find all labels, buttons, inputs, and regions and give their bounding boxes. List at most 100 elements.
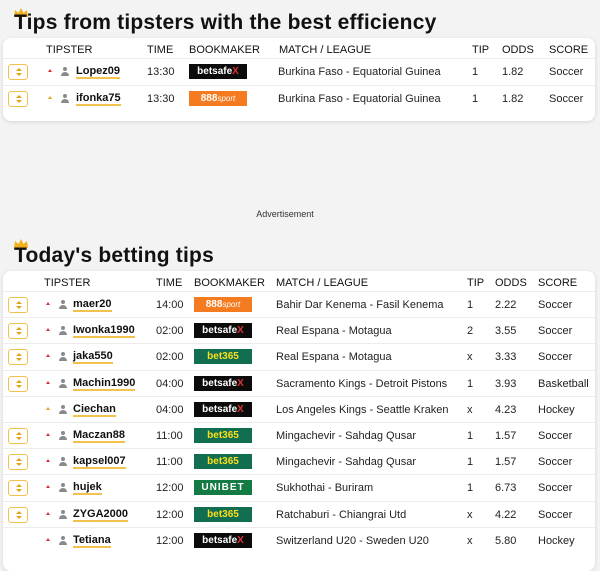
bookmaker-logo-betsafe[interactable]: betsafeX [194, 532, 252, 548]
match-cell: Real Espana - Motagua [276, 351, 392, 364]
odds-cell: 3.33 [495, 351, 517, 364]
bookmaker-logo-bet365[interactable]: bet365 [194, 454, 252, 470]
tipster-link[interactable]: ifonka75 [76, 92, 121, 106]
table-row: kapsel007 11:00 bet365 Mingachevir - Sahdag… [3, 448, 595, 474]
tipster-link[interactable]: Lopez09 [76, 65, 121, 79]
bookmaker-logo-text: 888 [205, 299, 223, 310]
expand-button[interactable] [8, 480, 28, 497]
expand-button[interactable] [8, 506, 28, 523]
tip-cell: 1 [467, 299, 474, 311]
match-cell: Burkina Faso - Equatorial Guinea [278, 93, 441, 105]
bookmaker-logo-betsafe[interactable]: betsafeX [194, 375, 252, 391]
tip-cell: x [467, 534, 473, 547]
time-cell: 13:30 [147, 93, 175, 105]
bookmaker-logo-888sport[interactable]: 888sport [194, 297, 252, 312]
table-row: maer20 14:00 888sport Bahir Dar Kenema - Fa… [3, 291, 595, 317]
bookmaker-logo-mark: X [237, 325, 244, 337]
tip-cell: 1 [472, 93, 479, 105]
tipster-link[interactable]: Maczan88 [73, 429, 125, 443]
sport-cell: Soccer [538, 325, 573, 338]
match-cell: Burkina Faso - Equatorial Guinea [278, 66, 441, 78]
user-icon [59, 457, 67, 467]
trend-down-icon [46, 433, 50, 436]
header-time: TIME [156, 277, 183, 289]
match-cell: Sacramento Kings - Detroit Pistons [276, 377, 448, 390]
user-icon [59, 300, 67, 309]
tipster-link[interactable]: jaka550 [73, 350, 113, 365]
sport-cell: Basketball [538, 377, 589, 390]
expand-button[interactable] [8, 64, 28, 80]
odds-cell: 3.55 [495, 325, 517, 338]
header-match: MATCH / LEAGUE [276, 277, 369, 289]
trend-down-icon [46, 302, 50, 305]
odds-cell: 6.73 [495, 482, 517, 495]
tipster-link[interactable]: kapsel007 [73, 455, 126, 470]
bookmaker-logo-bet365[interactable]: bet365 [194, 349, 252, 365]
odds-cell: 1.57 [495, 430, 517, 442]
expand-button[interactable] [8, 349, 28, 366]
match-cell: Switzerland U20 - Sweden U20 [276, 534, 429, 547]
tipster-link[interactable]: Machin1990 [73, 377, 136, 391]
trend-down-icon [46, 354, 50, 358]
time-cell: 04:00 [156, 403, 184, 416]
expand-button[interactable] [8, 375, 28, 392]
bookmaker-logo-betsafe[interactable]: betsafeX [194, 401, 252, 417]
bookmaker-logo-text: betsafe [202, 377, 238, 389]
odds-cell: 2.22 [495, 299, 517, 311]
odds-cell: 5.80 [495, 534, 517, 547]
user-icon [59, 378, 67, 388]
tipster-link[interactable]: ZYGA2000 [73, 508, 129, 522]
header-score: SCORE [538, 277, 578, 289]
time-cell: 02:00 [156, 351, 184, 364]
expand-button[interactable] [8, 428, 28, 444]
bookmaker-logo-888sport[interactable]: 888sport [189, 91, 247, 106]
bookmaker-logo-text: betsafe [202, 325, 238, 337]
tip-cell: 1 [467, 430, 474, 442]
tipster-link[interactable]: maer20 [73, 298, 112, 312]
header-time: TIME [147, 44, 174, 56]
bookmaker-logo-bet365[interactable]: bet365 [194, 428, 252, 443]
tipster-link[interactable]: Tetiana [73, 534, 111, 548]
bookmaker-logo-unibet[interactable]: UNIBET [194, 480, 252, 496]
time-cell: 12:00 [156, 534, 184, 547]
sport-cell: Soccer [538, 299, 573, 311]
expand-button[interactable] [8, 297, 28, 313]
header-tipster: TIPSTER [46, 44, 93, 56]
odds-cell: 1.57 [495, 456, 517, 469]
tipster-link[interactable]: hujek [73, 481, 102, 496]
expand-button[interactable] [8, 323, 28, 340]
bookmaker-logo-mark: X [237, 534, 244, 546]
expand-button[interactable] [8, 454, 28, 471]
trend-up-icon [48, 96, 52, 99]
match-cell: Sukhothai - Buriram [276, 482, 374, 495]
odds-cell: 3.93 [495, 377, 517, 390]
bookmaker-logo-betsafe[interactable]: betsafeX [194, 323, 252, 339]
tip-cell: 1 [467, 377, 474, 390]
table-row: Machin1990 04:00 betsafeX Sacramento Kings … [3, 369, 595, 396]
bookmaker-logo-suffix: sport [222, 300, 241, 309]
tipster-link[interactable]: Ciechan [73, 403, 116, 417]
header-odds: ODDS [495, 277, 527, 289]
match-cell: Mingachevir - Sahdag Qusar [276, 456, 417, 469]
todays-tips-table: TIPSTER TIME BOOKMAKER MATCH / LEAGUE TI… [3, 271, 595, 571]
bookmaker-logo-text: betsafe [202, 534, 238, 546]
expand-button[interactable] [8, 91, 28, 107]
user-icon [61, 94, 69, 103]
bookmaker-logo-bet365[interactable]: bet365 [194, 506, 252, 522]
bookmaker-logo-mark: X [232, 66, 239, 77]
bookmaker-logo-text: betsafe [197, 66, 233, 77]
user-icon [61, 67, 69, 76]
table-row: Lopez09 13:30 betsafeX Burkina Faso - Equat… [3, 58, 595, 84]
bookmaker-logo-betsafe[interactable]: betsafeX [189, 64, 247, 79]
user-icon [59, 535, 67, 545]
best-efficiency-table: TIPSTER TIME BOOKMAKER MATCH / LEAGUE TI… [3, 38, 595, 121]
user-icon [59, 483, 67, 493]
bookmaker-logo-text: 888 [200, 93, 218, 104]
table-row: Ciechan 04:00 betsafeX Los Angeles Kings - … [3, 395, 595, 422]
time-cell: 11:00 [156, 456, 183, 469]
header-tip: TIP [467, 277, 485, 289]
table-row: Maczan88 11:00 bet365 Mingachevir - Sahdag … [3, 422, 595, 448]
trend-up-icon [46, 406, 50, 410]
tipster-link[interactable]: Iwonka1990 [73, 324, 135, 339]
bookmaker-logo-text: UNIBET [201, 482, 245, 494]
